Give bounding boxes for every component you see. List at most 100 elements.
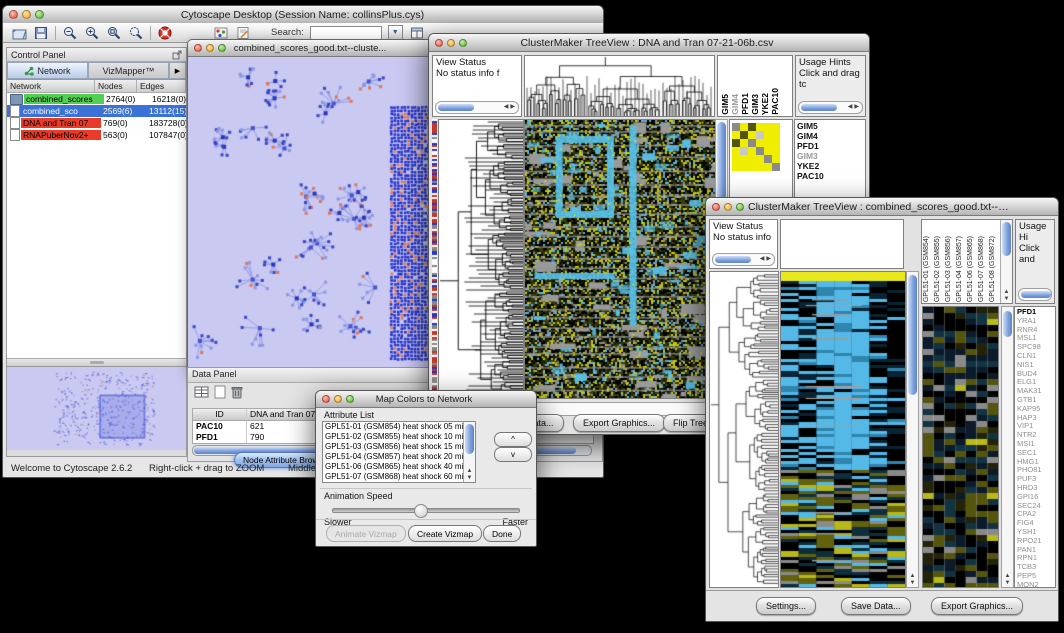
settings-button[interactable]: Settings... (756, 597, 816, 615)
dialog-titlebar[interactable]: Map Colors to Network (316, 391, 536, 408)
row-dendrogram[interactable] (439, 120, 523, 398)
zoom-heatmap[interactable] (923, 307, 998, 587)
row-label[interactable]: PFD1 (797, 141, 865, 151)
heatmap[interactable] (781, 272, 905, 587)
zoom-button[interactable] (736, 203, 744, 211)
birdseye-view[interactable] (7, 366, 186, 450)
help-ring-icon[interactable] (157, 25, 173, 41)
attribute-list-scrollbar[interactable]: ▲▼ (463, 422, 475, 482)
table-icon[interactable] (194, 385, 209, 399)
minimize-button[interactable] (724, 203, 732, 211)
horizontal-scrollbar[interactable]: ◀▶ (712, 253, 775, 266)
zoom-out-icon[interactable] (62, 25, 78, 41)
export-graphics-button[interactable]: Export Graphics... (931, 597, 1023, 615)
done-button[interactable]: Done (483, 525, 521, 542)
column-label[interactable]: GIM5 (720, 94, 730, 115)
treeview1-titlebar[interactable]: ClusterMaker TreeView : DNA and Tran 07-… (429, 34, 869, 52)
zoom-button[interactable] (218, 44, 226, 52)
row-label[interactable]: GIM4 (797, 131, 865, 141)
column-label[interactable]: GPL51-08 (GSM872) (989, 236, 1000, 302)
tab-overflow-button[interactable]: ▶ (169, 62, 186, 79)
minimize-button[interactable] (447, 39, 455, 47)
slider-thumb[interactable] (414, 504, 428, 518)
header-id[interactable]: ID (193, 409, 247, 420)
mini-heatmap-cell (756, 123, 764, 131)
horizontal-scrollbar[interactable]: ◀▶ (798, 101, 863, 114)
zoom-button[interactable] (459, 39, 467, 47)
search-input[interactable] (310, 26, 382, 40)
column-labels-scrollbar[interactable]: ▲▼ (1000, 220, 1012, 303)
cytoscape-titlebar[interactable]: Cytoscape Desktop (Session Name: collins… (3, 6, 603, 24)
treeview2-titlebar[interactable]: ClusterMaker TreeView : combined_scores_… (706, 198, 1058, 216)
heatmap-vscrollbar[interactable]: ▲▼ (906, 271, 919, 588)
network-view-titlebar[interactable]: combined_scores_good.txt--cluste... (188, 40, 436, 57)
attribute-item[interactable]: GPL51-02 (GSM855) heat shock 10 min (325, 432, 475, 442)
minimize-button[interactable] (334, 395, 342, 403)
horizontal-scrollbar[interactable] (1018, 288, 1052, 301)
attribute-item[interactable]: GPL51-06 (GSM865) heat shock 40 min (325, 462, 475, 472)
zoom-button[interactable] (346, 395, 354, 403)
column-label[interactable]: GPL51-02 (GSM855) (934, 236, 945, 302)
column-label[interactable]: GIM4 (730, 94, 740, 115)
column-label[interactable]: GPL51-01 (GSM854) (923, 236, 934, 302)
heatmap[interactable] (525, 120, 715, 398)
header-edges[interactable]: Edges (137, 80, 186, 92)
network-list-row[interactable]: RNAPuberNov2+563(0)107847(0) (7, 129, 186, 141)
network-list-row[interactable]: combined_sco2569(6)13112(15) (7, 105, 186, 117)
header-nodes[interactable]: Nodes (95, 80, 137, 92)
row-label[interactable]: YKE2 (797, 161, 865, 171)
column-dendrogram[interactable] (525, 56, 714, 116)
move-up-button[interactable]: ^ (494, 432, 532, 447)
close-button[interactable] (322, 395, 330, 403)
network-list-row[interactable]: combined_scores2764(0)16218(0) (7, 93, 186, 105)
row-label[interactable]: PAC10 (797, 171, 865, 181)
move-down-button[interactable]: v (494, 447, 532, 462)
global-tree-strip[interactable] (432, 119, 437, 397)
network-list-row[interactable]: DNA and Tran 07769(0)183728(0) (7, 117, 186, 129)
close-button[interactable] (194, 44, 202, 52)
network-canvas[interactable] (188, 57, 434, 370)
save-icon[interactable] (33, 25, 49, 41)
column-label[interactable]: GIM3 (750, 94, 760, 115)
column-label[interactable]: PFD1 (740, 93, 750, 115)
column-label[interactable]: GPL51-04 (GSM857) (956, 236, 967, 302)
animate-vizmap-button[interactable]: Animate Vizmap (326, 525, 406, 542)
row-dendrogram[interactable] (710, 272, 778, 587)
column-label[interactable]: GPL51-03 (GSM856) (945, 236, 956, 302)
close-button[interactable] (9, 10, 18, 19)
save-data-button[interactable]: Save Data... (841, 597, 911, 615)
column-label[interactable]: YKE2 (760, 93, 770, 115)
attribute-item[interactable]: GPL51-01 (GSM854) heat shock 05 min (325, 422, 475, 432)
row-label[interactable]: GIM3 (797, 151, 865, 161)
minimize-button[interactable] (22, 10, 31, 19)
gene-label[interactable]: MON2 (1017, 581, 1055, 588)
close-button[interactable] (712, 203, 720, 211)
attribute-item[interactable]: GPL51-03 (GSM856) heat shock 15 min (325, 442, 475, 452)
animation-speed-slider[interactable] (332, 508, 520, 513)
trash-icon[interactable] (231, 385, 243, 399)
export-graphics-button[interactable]: Export Graphics... (573, 414, 665, 432)
new-document-icon[interactable] (214, 385, 226, 399)
tab-vizmapper[interactable]: VizMapper™ (88, 62, 169, 79)
horizontal-scrollbar[interactable]: ◀▶ (435, 101, 519, 114)
open-icon[interactable] (11, 25, 27, 41)
column-label[interactable]: GPL51-06 (GSM865) (967, 236, 978, 302)
close-button[interactable] (435, 39, 443, 47)
column-label[interactable]: GPL51-07 (GSM868) (978, 236, 989, 302)
zoom-button[interactable] (35, 10, 44, 19)
column-label[interactable]: PAC10 (770, 88, 780, 115)
float-panel-icon[interactable] (172, 50, 182, 60)
row-label[interactable]: GIM5 (797, 121, 865, 131)
tab-network[interactable]: Network (7, 62, 88, 79)
zoom-selected-icon[interactable] (128, 25, 144, 41)
header-network[interactable]: Network (7, 80, 95, 92)
create-vizmap-button[interactable]: Create Vizmap (408, 525, 482, 542)
minimize-button[interactable] (206, 44, 214, 52)
attribute-item[interactable]: GPL51-04 (GSM857) heat shock 20 min (325, 452, 475, 462)
zoom-in-icon[interactable] (84, 25, 100, 41)
zoom-fit-icon[interactable] (106, 25, 122, 41)
zoom-heatmap-vscrollbar[interactable]: ▲▼ (1001, 306, 1014, 588)
attribute-item[interactable]: GPL51-07 (GSM868) heat shock 60 min (325, 472, 475, 482)
panel-divider[interactable] (7, 359, 186, 366)
mini-heatmap[interactable] (732, 123, 780, 171)
